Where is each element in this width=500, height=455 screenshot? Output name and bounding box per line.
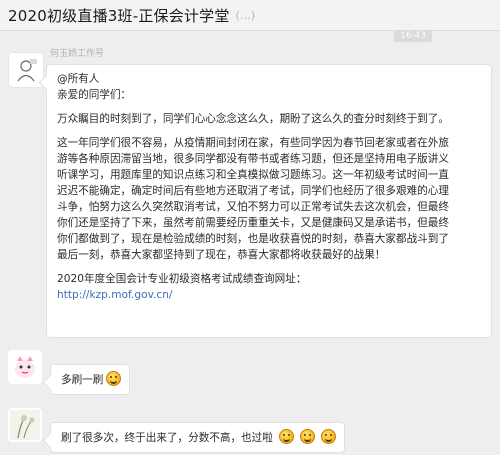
chat-window: 2020初级直播3班-正保会计学堂 (…) 16:43 何玉娇工作号 @所有人 … xyxy=(0,0,500,455)
message-line: 你们还是坚持了下来，虽然考前需要经历重重关卡，又是健康码又是承诺书，但最终 xyxy=(57,217,449,229)
message-line: 听课学习，用题库里的知识点练习和全真模拟做习题练习。这一年初级考试时间一直 xyxy=(57,169,449,181)
chat-message[interactable]: 刷了很多次，终于出来了，分数不高，也过啦 xyxy=(50,422,345,453)
sender-name: 何玉娇工作号 xyxy=(50,49,105,59)
message-row: 何玉娇工作号 @所有人 亲爱的同学们： 万众瞩目的时刻到了，同学们心心念念这么久… xyxy=(0,0,500,340)
message-line: 斗争，怕努力这么久突然取消考试，又怕不努力可以正常考试失去这次机会，但最终 xyxy=(57,201,449,213)
message-text: 多刷一刷 xyxy=(61,374,104,386)
message-row: 刷了很多次，终于出来了，分数不高，也过啦 xyxy=(0,400,500,455)
grin-emoji-icon xyxy=(106,371,122,386)
message-line: 迟迟不能确定，确定时间后有些地方还取消了考试，同学们也经历了很多艰难的心理 xyxy=(57,185,449,197)
message-line: 游等各种原因滞留当地，很多同学都没有带书或者练习题，但还是坚持用电子版讲义 xyxy=(57,153,449,165)
message-line: 最后一刻，恭喜大家都坚持到了现在，恭喜大家都将收获最好的战果！ xyxy=(57,249,386,261)
message-line: 这一年同学们很不容易，从疫情期间封闭在家，有些同学因为春节回老家或者在外旅 xyxy=(57,137,449,149)
score-query-link[interactable]: http://kzp.mof.gov.cn/ xyxy=(57,289,173,301)
message-line: 你们都做到了，现在是检验成绩的时刻，也是收获喜悦的时刻，恭喜大家都战斗到了 xyxy=(57,233,449,245)
grin-emoji-icon xyxy=(299,429,315,444)
message-line: 2020年度全国会计专业初级资格考试成绩查询网址： xyxy=(57,273,307,285)
message-text: 刷了很多次，终于出来了，分数不高，也过啦 xyxy=(61,432,273,444)
message-line: 亲爱的同学们： xyxy=(57,89,132,101)
message-line: @所有人 xyxy=(57,73,100,85)
announcement-message[interactable]: @所有人 亲爱的同学们： 万众瞩目的时刻到了，同学们心心念念这么久，期盼了这么久… xyxy=(46,64,492,338)
grin-emoji-icon xyxy=(278,429,294,444)
cartoon-avatar-icon[interactable] xyxy=(8,350,42,384)
message-line: 万众瞩目的时刻到了，同学们心心念念这么久，期盼了这么久的查分时刻终于到了。 xyxy=(57,113,449,125)
message-row: 多刷一刷 xyxy=(0,340,500,400)
chat-message[interactable]: 多刷一刷 xyxy=(50,364,131,395)
flower-avatar-icon[interactable] xyxy=(8,408,42,442)
grin-emoji-icon xyxy=(320,429,336,444)
